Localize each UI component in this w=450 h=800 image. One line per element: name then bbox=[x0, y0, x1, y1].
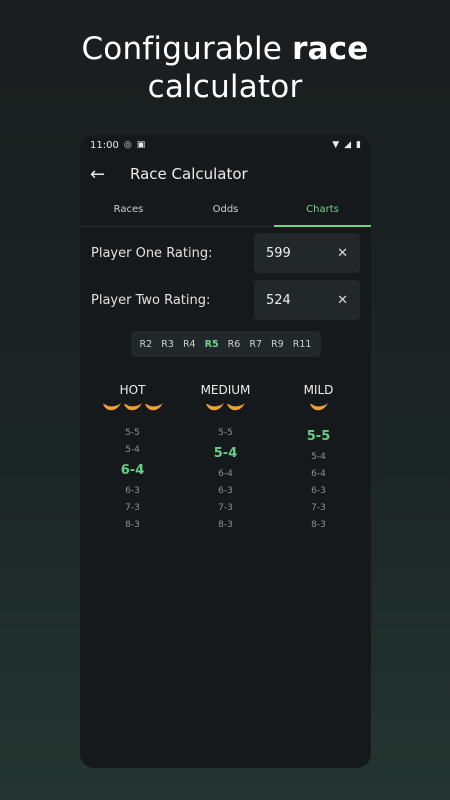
score-item: 8-3 bbox=[218, 520, 233, 530]
back-arrow-icon[interactable]: ← bbox=[90, 164, 124, 185]
player-one-label: Player One Rating: bbox=[91, 245, 213, 261]
score-item: 5-4 bbox=[125, 445, 140, 455]
score-item: 7-3 bbox=[218, 503, 233, 513]
score-item: 8-3 bbox=[125, 520, 140, 530]
player-two-rating-value[interactable]: 524 bbox=[266, 293, 291, 308]
shield-icon: ◎ bbox=[123, 140, 132, 150]
tab-bar: Races Odds Charts bbox=[80, 193, 371, 227]
status-bar: 11:00 ◎ ▣ ▼ ◢ ▮ bbox=[80, 135, 371, 155]
pepper-icon bbox=[102, 403, 121, 411]
player-one-row: Player One Rating: 599 ✕ bbox=[80, 232, 371, 274]
spot-columns: HOT 5-5 5-4 6-4 6-3 7-3 8-3 MEDIUM 5-5 5… bbox=[80, 383, 371, 534]
score-item: 7-3 bbox=[311, 503, 326, 513]
score-item: 6-3 bbox=[311, 486, 326, 496]
column-heading: MILD bbox=[303, 383, 334, 397]
round-option[interactable]: R2 bbox=[140, 339, 153, 350]
pepper-rating bbox=[179, 401, 272, 419]
signal-icon: ◢ bbox=[344, 140, 352, 150]
score-item: 7-3 bbox=[125, 503, 140, 513]
battery-icon: ▮ bbox=[356, 140, 361, 150]
score-item-highlighted: 5-4 bbox=[213, 446, 238, 461]
round-option[interactable]: R4 bbox=[183, 339, 196, 350]
score-item: 6-3 bbox=[125, 486, 140, 496]
clear-icon[interactable]: ✕ bbox=[337, 293, 348, 308]
round-option[interactable]: R11 bbox=[293, 339, 312, 350]
player-one-rating-value[interactable]: 599 bbox=[266, 246, 291, 261]
headline-line-1: Configurable race bbox=[0, 30, 450, 68]
tab-odds[interactable]: Odds bbox=[177, 193, 274, 226]
round-option[interactable]: R3 bbox=[161, 339, 174, 350]
clear-icon[interactable]: ✕ bbox=[337, 246, 348, 261]
wifi-icon: ▼ bbox=[332, 140, 340, 150]
phone-screen: 11:00 ◎ ▣ ▼ ◢ ▮ ← Race Calculator Races … bbox=[80, 135, 371, 768]
score-item: 6-3 bbox=[218, 486, 233, 496]
round-option[interactable]: R6 bbox=[228, 339, 241, 350]
pepper-icon bbox=[309, 403, 328, 411]
score-item: 6-4 bbox=[311, 469, 326, 479]
column-medium: MEDIUM 5-5 5-4 6-4 6-3 7-3 8-3 bbox=[179, 383, 272, 534]
headline-text: Configurable bbox=[81, 31, 283, 67]
status-time: 11:00 bbox=[90, 139, 119, 151]
column-mild: MILD 5-5 5-4 6-4 6-3 7-3 8-3 bbox=[272, 383, 365, 534]
headline-line-2: calculator bbox=[147, 69, 303, 105]
score-item: 5-5 bbox=[218, 428, 233, 438]
pepper-icon bbox=[206, 403, 224, 411]
headline: Configurable race calculator bbox=[0, 30, 450, 106]
pepper-rating bbox=[272, 401, 365, 419]
app-title: Race Calculator bbox=[130, 165, 248, 183]
race-length-selector: R2 R3 R4 R5 R6 R7 R9 R11 bbox=[130, 331, 321, 357]
pepper-icon bbox=[227, 403, 245, 411]
score-item: 6-4 bbox=[218, 469, 233, 479]
app-bar: ← Race Calculator bbox=[80, 155, 371, 193]
pepper-icon bbox=[144, 403, 163, 411]
notification-icon: ▣ bbox=[136, 140, 146, 150]
player-two-label: Player Two Rating: bbox=[91, 292, 211, 308]
player-one-rating-input[interactable]: 599 ✕ bbox=[254, 233, 360, 273]
score-item-highlighted: 5-5 bbox=[306, 429, 331, 444]
score-item: 8-3 bbox=[311, 520, 326, 530]
column-heading: HOT bbox=[119, 383, 146, 397]
score-item: 5-5 bbox=[125, 428, 140, 438]
pepper-icon bbox=[123, 403, 142, 411]
headline-bold-text: race bbox=[292, 31, 369, 67]
score-item: 5-4 bbox=[311, 452, 326, 462]
tab-races[interactable]: Races bbox=[80, 193, 177, 226]
tab-charts[interactable]: Charts bbox=[274, 193, 371, 227]
score-item-highlighted: 6-4 bbox=[120, 463, 145, 478]
player-two-row: Player Two Rating: 524 ✕ bbox=[80, 279, 371, 321]
round-option[interactable]: R9 bbox=[271, 339, 284, 350]
pepper-rating bbox=[86, 401, 179, 419]
column-heading: MEDIUM bbox=[200, 383, 251, 397]
round-option-selected[interactable]: R5 bbox=[205, 339, 219, 350]
player-two-rating-input[interactable]: 524 ✕ bbox=[254, 280, 360, 320]
round-option[interactable]: R7 bbox=[249, 339, 262, 350]
column-hot: HOT 5-5 5-4 6-4 6-3 7-3 8-3 bbox=[86, 383, 179, 534]
